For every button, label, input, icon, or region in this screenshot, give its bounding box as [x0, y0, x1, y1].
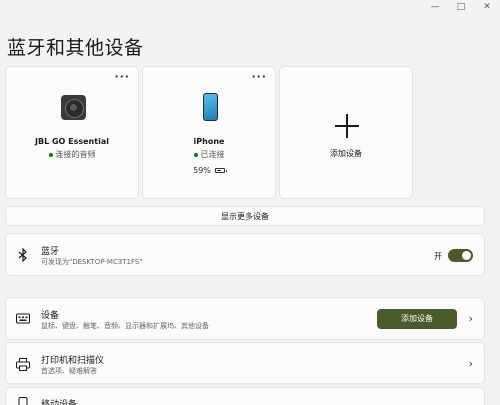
window-controls: — □ ✕: [422, 0, 500, 14]
chevron-right-icon: ›: [468, 312, 473, 325]
bluetooth-row: 蓝牙 可发现为"DESKTOP-MC3T1FS" 开: [5, 233, 485, 276]
bluetooth-toggle[interactable]: [448, 249, 473, 262]
printer-icon: [16, 357, 30, 371]
add-device-button[interactable]: 添加设备: [377, 309, 457, 329]
device-card-iphone[interactable]: ··· iPhone 已连接 59%: [142, 66, 276, 199]
toggle-state-label: 开: [434, 252, 442, 261]
battery-icon: [214, 168, 227, 173]
device-name: JBL GO Essential: [35, 137, 109, 146]
printers-row[interactable]: 打印机和扫描仪 首选项、疑难解答 ›: [5, 342, 485, 384]
device-name: iPhone: [193, 137, 225, 146]
mobile-devices-title: 移动设备: [41, 400, 78, 405]
devices-row[interactable]: 设备 鼠标、键盘、触笔、音频、显示器和扩展坞、其他设备 添加设备 ›: [5, 297, 485, 340]
device-status-text: 已连接: [200, 150, 225, 159]
mobile-devices-row[interactable]: 移动设备: [5, 387, 485, 405]
speaker-icon: [61, 95, 86, 120]
close-button[interactable]: ✕: [474, 0, 500, 14]
mobile-icon: [16, 397, 30, 405]
bluetooth-subtitle: 可发现为"DESKTOP-MC3T1FS": [41, 258, 143, 266]
bluetooth-icon: [16, 248, 30, 262]
connected-dot-icon: [193, 152, 198, 157]
battery-indicator: 59%: [143, 166, 275, 175]
add-device-label: 添加设备: [330, 149, 362, 158]
page-title: 蓝牙和其他设备: [7, 37, 144, 59]
device-card-jbl[interactable]: ··· JBL GO Essential 连接的音频: [5, 66, 139, 199]
printers-title: 打印机和扫描仪: [41, 356, 105, 366]
devices-subtitle: 鼠标、键盘、触笔、音频、显示器和扩展坞、其他设备: [41, 322, 209, 330]
chevron-right-icon: ›: [468, 357, 473, 370]
connected-dot-icon: [48, 152, 53, 157]
device-status: 已连接: [143, 149, 275, 160]
keyboard-icon: [16, 312, 30, 326]
more-options-button[interactable]: ···: [114, 71, 130, 82]
devices-title: 设备: [41, 311, 60, 321]
device-status-text: 连接的音频: [55, 150, 96, 159]
maximize-button[interactable]: □: [448, 0, 474, 14]
bluetooth-title: 蓝牙: [41, 247, 60, 257]
plus-icon: [335, 114, 359, 138]
battery-percent: 59%: [193, 166, 211, 175]
printers-subtitle: 首选项、疑难解答: [41, 367, 97, 375]
minimize-button[interactable]: —: [422, 0, 448, 14]
device-status: 连接的音频: [6, 149, 138, 160]
show-more-devices-button[interactable]: 显示更多设备: [5, 206, 485, 226]
more-options-button[interactable]: ···: [251, 71, 267, 82]
add-device-card[interactable]: 添加设备: [279, 66, 413, 199]
phone-icon: [203, 93, 218, 121]
